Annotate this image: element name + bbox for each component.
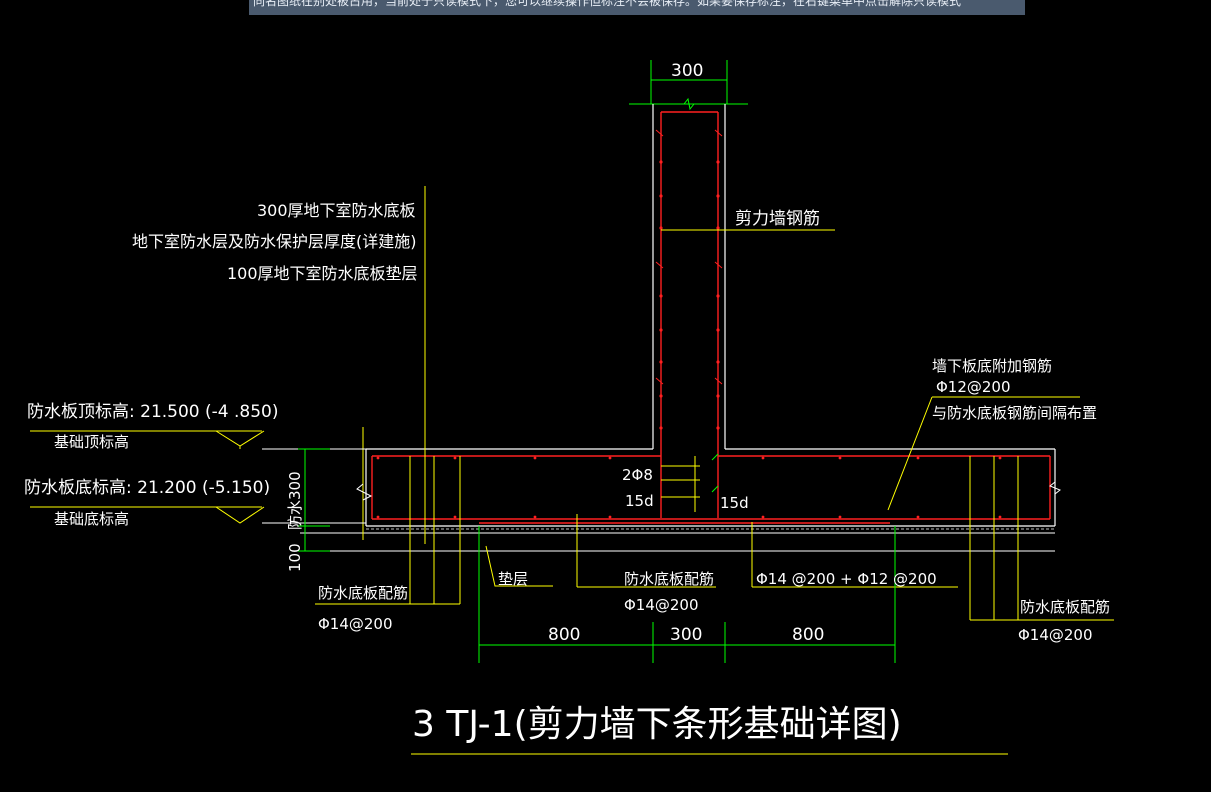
slab-rebar-mid-spec: Φ14@200 xyxy=(624,596,699,614)
extra-rebar-title: 墙下板底附加钢筋 xyxy=(932,357,1052,375)
slab-rebar-right-label: 防水底板配筋 xyxy=(1020,598,1110,616)
slab-rebar-right-spec: Φ14@200 xyxy=(1018,626,1093,644)
wall-width-label: 300 xyxy=(671,61,703,81)
bottom-center-dim: 300 xyxy=(670,625,702,645)
top-elevation-label: 防水板顶标高: 21.500 (-4 .850) xyxy=(27,402,279,422)
leader-lines xyxy=(315,186,1114,621)
wall-rebar-dots xyxy=(659,160,720,430)
shear-wall-rebar-label: 剪力墙钢筋 xyxy=(735,209,820,229)
cushion-thickness-label: 100 xyxy=(286,543,304,572)
shear-wall-outline xyxy=(652,104,726,449)
bottom-left-dim: 800 xyxy=(548,625,580,645)
bottom-right-dim: 800 xyxy=(792,625,824,645)
labels: 300 300厚地下室防水底板 地下室防水层及防水保护层厚度(详建施) 100厚… xyxy=(24,61,1110,745)
slab-thickness-label: 防水300 xyxy=(286,471,304,530)
top-elevation-sub: 基础顶标高 xyxy=(54,433,129,451)
extra-rebar-spec: Φ12@200 xyxy=(936,378,1011,396)
slab-rebar xyxy=(371,455,1051,524)
drawing-title: 3 TJ-1(剪力墙下条形基础详图) xyxy=(412,704,902,745)
slab-rebar-mid-label: 防水底板配筋 xyxy=(624,570,714,588)
elevation-extension xyxy=(262,448,366,524)
extra-rebar-note: 与防水底板钢筋间隔布置 xyxy=(932,404,1097,422)
note-layer1: 300厚地下室防水底板 xyxy=(257,201,416,220)
cushion-label: 垫层 xyxy=(498,570,528,588)
slab-rebar-left-spec: Φ14@200 xyxy=(318,615,393,633)
cad-drawing-canvas[interactable]: 300 300厚地下室防水底板 地下室防水层及防水保护层厚度(详建施) 100厚… xyxy=(0,0,1211,792)
stirrups xyxy=(661,456,700,512)
wall-rebar xyxy=(660,111,719,518)
slab-outline xyxy=(365,448,1056,527)
bottom-elevation-sub: 基础底标高 xyxy=(54,510,129,528)
wall-rebar-ties xyxy=(655,129,723,385)
break-marks xyxy=(356,481,1061,501)
note-layer3: 100厚地下室防水底板垫层 xyxy=(227,264,418,283)
cushion-layer xyxy=(300,532,1055,552)
slab-rebar-left-label: 防水底板配筋 xyxy=(318,584,408,602)
note-layer2: 地下室防水层及防水保护层厚度(详建施) xyxy=(132,232,417,251)
anchor-right-label: 15d xyxy=(720,494,749,512)
combined-rebar-label: Φ14 @200 + Φ12 @200 xyxy=(756,570,937,588)
bottom-elevation-label: 防水板底标高: 21.200 (-5.150) xyxy=(24,478,270,498)
stirrup-label: 2Φ8 xyxy=(622,466,653,484)
anchor-left-label: 15d xyxy=(625,492,654,510)
